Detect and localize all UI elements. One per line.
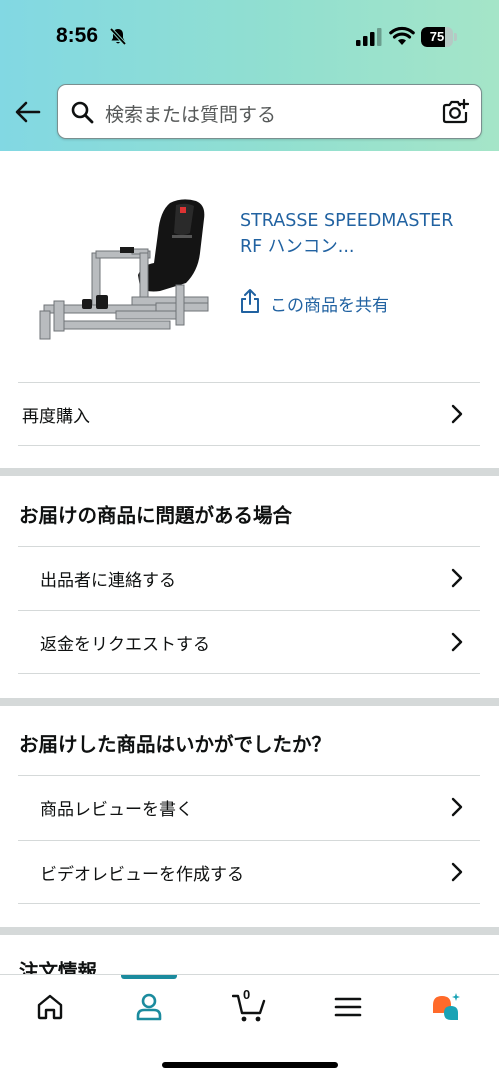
cart-count: 0 bbox=[243, 987, 251, 1002]
share-label: この商品を共有 bbox=[270, 296, 389, 316]
menu-icon[interactable] bbox=[332, 991, 364, 1023]
chevron-right-icon bbox=[451, 862, 463, 882]
problem-section-title: お届けの商品に問題がある場合 bbox=[19, 504, 293, 527]
battery-percent: 75 bbox=[429, 29, 445, 44]
request-refund-row[interactable]: 返金をリクエストする bbox=[18, 610, 480, 674]
share-icon bbox=[241, 289, 259, 313]
home-icon[interactable] bbox=[34, 991, 66, 1023]
chevron-right-icon bbox=[451, 797, 463, 817]
contact-seller-label: 出品者に連絡する bbox=[40, 571, 176, 591]
chevron-right-icon bbox=[451, 632, 463, 652]
write-review-label: 商品レビューを書く bbox=[40, 800, 193, 820]
search-placeholder: 検索または質問する bbox=[105, 104, 277, 126]
create-video-review-label: ビデオレビューを作成する bbox=[40, 865, 244, 885]
search-icon bbox=[71, 101, 94, 124]
chevron-right-icon bbox=[451, 404, 463, 424]
account-icon[interactable] bbox=[133, 991, 165, 1023]
rufus-assistant-icon[interactable] bbox=[430, 991, 462, 1023]
feedback-section-title: お届けした商品はいかがでしたか？ bbox=[19, 733, 332, 756]
active-tab-indicator bbox=[121, 975, 177, 979]
battery-cap bbox=[454, 33, 457, 41]
battery-indicator: 75 bbox=[421, 27, 457, 47]
contact-seller-row[interactable]: 出品者に連絡する bbox=[18, 546, 480, 610]
request-refund-label: 返金をリクエストする bbox=[40, 635, 210, 655]
cell-signal-icon bbox=[356, 28, 382, 46]
rebuy-label: 再度購入 bbox=[22, 407, 90, 427]
camera-icon[interactable] bbox=[441, 98, 469, 126]
cart-button[interactable]: 0 bbox=[232, 987, 268, 1023]
product-image[interactable] bbox=[36, 193, 212, 343]
product-title[interactable]: STRASSE SPEEDMASTER RF ハンコン... bbox=[240, 208, 472, 260]
chevron-right-icon bbox=[451, 568, 463, 588]
write-review-row[interactable]: 商品レビューを書く bbox=[18, 775, 480, 839]
section-divider bbox=[0, 468, 499, 476]
home-indicator bbox=[162, 1062, 338, 1068]
wifi-icon bbox=[389, 26, 415, 45]
create-video-review-row[interactable]: ビデオレビューを作成する bbox=[18, 840, 480, 904]
status-time: 8:56 bbox=[56, 24, 99, 47]
bell-muted-icon bbox=[109, 27, 127, 46]
app-header: 8:56 75 検索または質問する bbox=[0, 0, 499, 151]
rebuy-row[interactable]: 再度購入 bbox=[18, 382, 480, 446]
section-divider bbox=[0, 698, 499, 706]
section-divider bbox=[0, 927, 499, 935]
back-arrow-icon[interactable] bbox=[14, 98, 42, 126]
search-input[interactable]: 検索または質問する bbox=[57, 84, 482, 139]
